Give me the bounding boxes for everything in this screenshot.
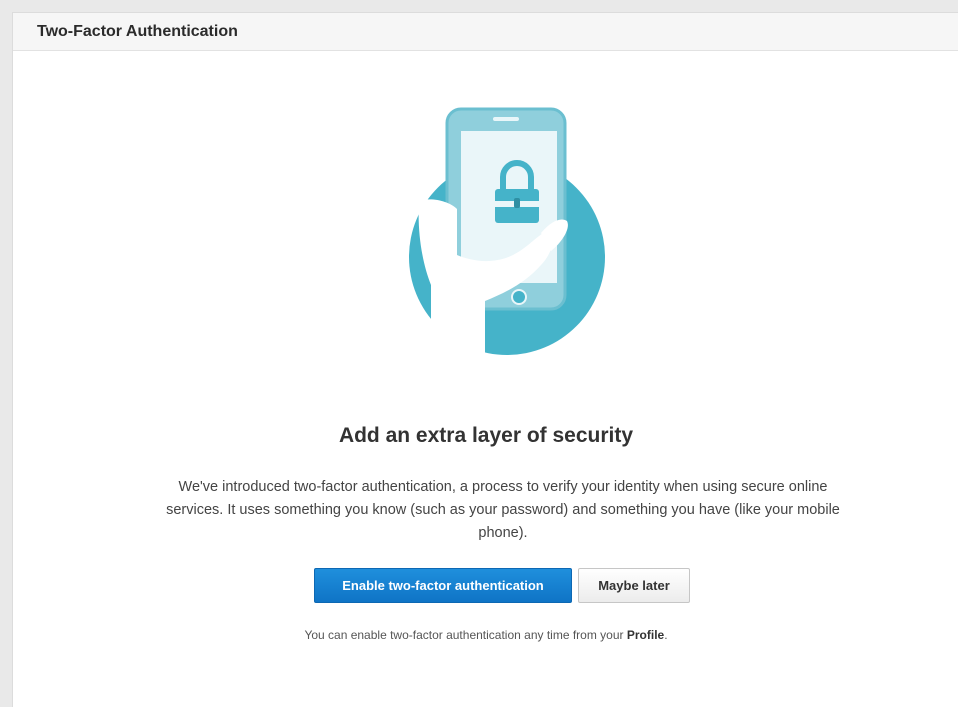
- action-row: Enable two-factor authentication Maybe l…: [314, 568, 690, 603]
- phone-speaker: [493, 117, 519, 121]
- footnote-text: You can enable two-factor authentication…: [304, 628, 624, 642]
- panel-header: Two-Factor Authentication: [13, 13, 958, 51]
- two-factor-panel: Two-Factor Authentication Add an extra l…: [12, 12, 958, 707]
- panel-title: Two-Factor Authentication: [37, 22, 238, 40]
- phone-home-button: [511, 289, 527, 305]
- enable-2fa-button[interactable]: Enable two-factor authentication: [314, 568, 572, 603]
- description-text: We've introduced two-factor authenticati…: [166, 479, 840, 541]
- profile-link[interactable]: Profile: [627, 628, 664, 642]
- headline: Add an extra layer of security: [338, 424, 634, 447]
- phone-lock-icon: [409, 107, 605, 355]
- maybe-later-button[interactable]: Maybe later: [578, 568, 690, 603]
- footnote-suffix: .: [664, 628, 668, 642]
- footnote: You can enable two-factor authentication…: [13, 628, 958, 642]
- lock-keyhole: [514, 198, 520, 208]
